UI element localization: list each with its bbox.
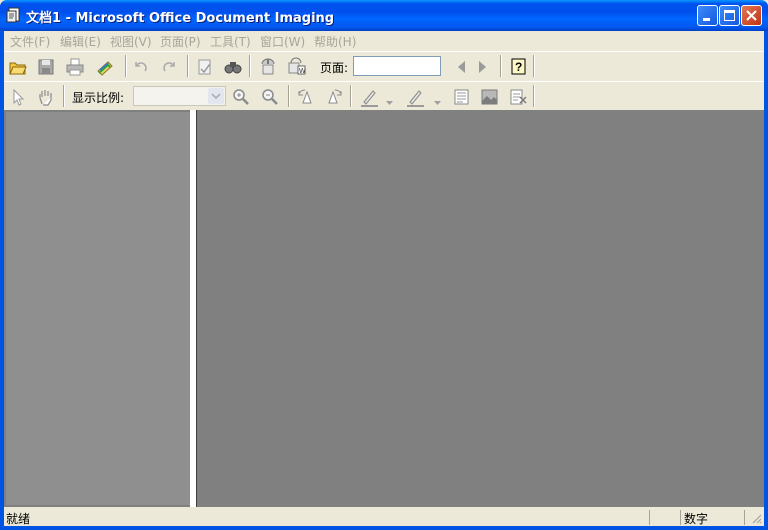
- pen-dropdown-button[interactable]: [386, 95, 393, 105]
- status-bar: 就绪 数字: [4, 508, 764, 526]
- print-icon: [66, 58, 84, 76]
- toolbar-separator: [125, 55, 127, 77]
- pan-hand-icon: [39, 90, 52, 106]
- export-button[interactable]: W: [286, 56, 308, 78]
- export-icon: W: [288, 57, 306, 75]
- maximize-button[interactable]: [719, 5, 740, 26]
- send-icon: [97, 61, 113, 76]
- close-button[interactable]: [741, 5, 762, 26]
- client-area: 文件(F) 编辑(E) 视图(V) 页面(P) 工具(T) 窗口(W) 帮助(H…: [4, 31, 764, 526]
- status-text: 就绪: [6, 512, 31, 526]
- zoom-in-icon: [233, 89, 249, 105]
- annotation-icon: [510, 89, 527, 105]
- minimize-icon: [703, 18, 710, 21]
- toolbar-separator: [533, 55, 535, 77]
- menu-tools[interactable]: 工具(T): [210, 33, 251, 50]
- menu-window[interactable]: 窗口(W): [260, 33, 305, 50]
- find-icon: [224, 62, 242, 74]
- toolbar-separator: [350, 85, 352, 107]
- open-button[interactable]: [7, 56, 29, 78]
- page-label: 页面:: [320, 61, 349, 75]
- zoom-out-icon: [262, 89, 278, 105]
- undo-button[interactable]: [130, 56, 152, 78]
- highlighter-button[interactable]: [404, 86, 426, 108]
- zoom-dropdown-button[interactable]: [208, 88, 224, 104]
- pen-button[interactable]: [358, 86, 380, 108]
- rotate-right-button[interactable]: [323, 86, 345, 108]
- save-icon: [38, 59, 54, 75]
- menu-view[interactable]: 视图(V): [110, 33, 152, 50]
- zoom-out-button[interactable]: [259, 86, 281, 108]
- status-divider: [649, 510, 650, 525]
- redo-button[interactable]: [158, 56, 180, 78]
- next-page-icon: [479, 61, 486, 73]
- select-pointer-button[interactable]: [7, 86, 29, 108]
- zoom-in-button[interactable]: [230, 86, 252, 108]
- rotate-left-button[interactable]: [295, 86, 317, 108]
- status-divider: [744, 510, 745, 525]
- toolbar-separator: [288, 85, 290, 107]
- title-bar[interactable]: 文档1 - Microsoft Office Document Imaging: [0, 0, 768, 31]
- svg-text:?: ?: [515, 60, 522, 74]
- toolbar-separator: [500, 55, 502, 77]
- menu-help[interactable]: 帮助(H): [314, 33, 356, 50]
- page-thumbnail-pane[interactable]: [6, 112, 190, 505]
- status-divider: [680, 510, 681, 525]
- picture-icon: [481, 89, 498, 105]
- status-num-lock: 数字: [684, 512, 709, 526]
- menu-edit[interactable]: 编辑(E): [60, 33, 101, 50]
- pan-hand-button[interactable]: [35, 86, 57, 108]
- toolbar-separator: [187, 55, 189, 77]
- send-text-to-word-icon: [261, 58, 275, 75]
- svg-text:W: W: [299, 68, 306, 75]
- pane-splitter[interactable]: [190, 110, 197, 507]
- highlighter-dropdown-button[interactable]: [434, 95, 441, 105]
- highlighter-icon: [407, 90, 424, 107]
- rotate-right-icon: [328, 89, 342, 104]
- toolbar-separator: [249, 55, 251, 77]
- document-view-area[interactable]: [4, 110, 764, 507]
- menu-page[interactable]: 页面(P): [160, 33, 201, 50]
- picture-button[interactable]: [478, 86, 500, 108]
- document-imaging-icon[interactable]: [6, 7, 22, 23]
- find-button[interactable]: [222, 56, 244, 78]
- window-title: 文档1 - Microsoft Office Document Imaging: [26, 11, 335, 26]
- text-box-button[interactable]: [450, 86, 472, 108]
- save-button[interactable]: [35, 56, 57, 78]
- open-icon: [9, 62, 27, 75]
- help-button[interactable]: ?: [507, 56, 529, 78]
- annotation-toolbar: 显示比例:: [4, 81, 764, 110]
- next-page-button[interactable]: [471, 56, 493, 78]
- send-text-to-word-button[interactable]: [257, 56, 279, 78]
- select-pointer-icon: [13, 88, 25, 106]
- resize-grip[interactable]: [750, 512, 762, 524]
- minimize-button[interactable]: [697, 5, 718, 26]
- zoom-combobox[interactable]: [133, 86, 226, 106]
- page-number-input[interactable]: [353, 56, 441, 76]
- menu-bar: 文件(F) 编辑(E) 视图(V) 页面(P) 工具(T) 窗口(W) 帮助(H…: [4, 31, 764, 50]
- send-button[interactable]: [94, 56, 116, 78]
- pen-icon: [361, 90, 378, 107]
- chevron-down-icon: [434, 101, 441, 105]
- rotate-left-icon: [298, 89, 312, 104]
- toolbar-separator: [63, 85, 65, 107]
- undo-icon: [135, 62, 147, 72]
- zoom-label: 显示比例:: [72, 91, 125, 105]
- maximize-icon: [724, 10, 735, 21]
- standard-toolbar: W 页面: ?: [4, 51, 764, 80]
- app-window: 文档1 - Microsoft Office Document Imaging …: [0, 0, 768, 530]
- help-icon: ?: [511, 58, 526, 75]
- print-button[interactable]: [64, 56, 86, 78]
- annotation-button[interactable]: [507, 86, 529, 108]
- chevron-down-icon: [386, 101, 393, 105]
- recognize-text-button[interactable]: [194, 56, 216, 78]
- menu-file[interactable]: 文件(F): [10, 33, 50, 50]
- redo-icon: [163, 62, 175, 72]
- close-icon: [746, 10, 757, 21]
- toolbar-separator: [533, 85, 535, 107]
- chevron-down-icon: [211, 93, 221, 100]
- recognize-text-icon: [198, 59, 211, 75]
- text-box-icon: [454, 89, 469, 105]
- resize-grip-icon: [752, 514, 762, 524]
